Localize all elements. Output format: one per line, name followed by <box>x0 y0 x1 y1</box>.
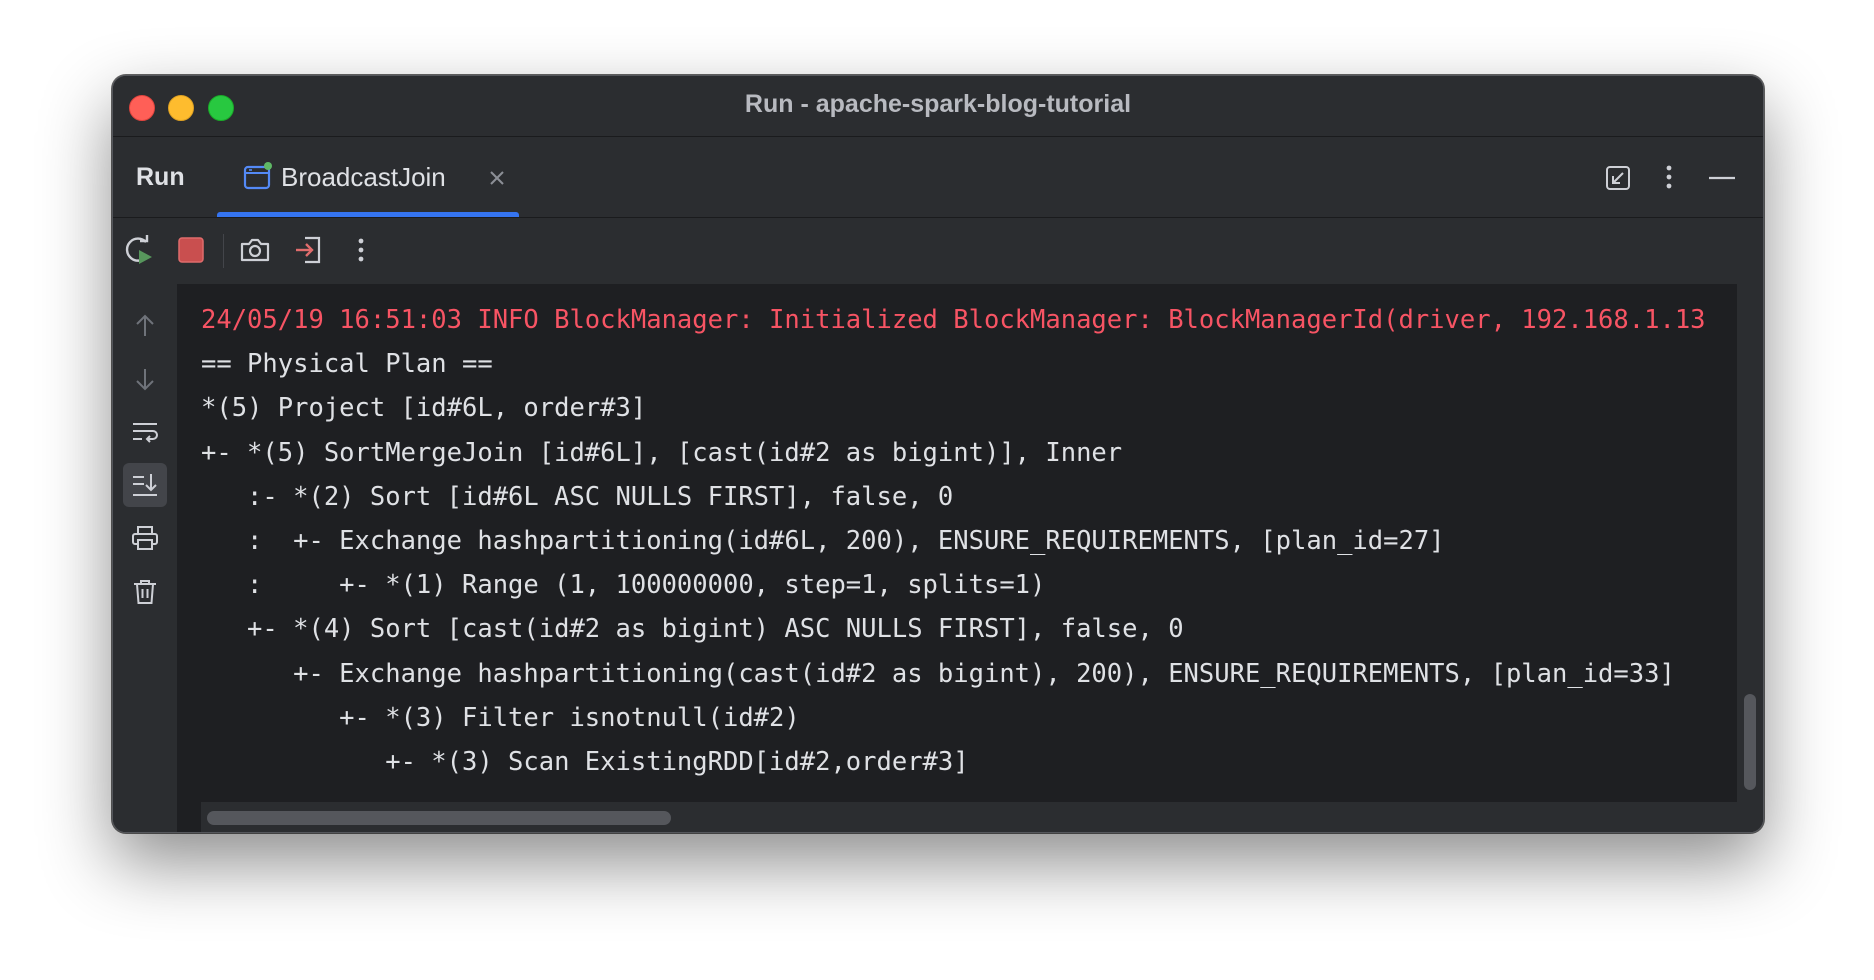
vertical-scrollbar[interactable] <box>1737 284 1763 832</box>
rerun-icon[interactable] <box>121 232 157 268</box>
application-run-icon <box>243 162 272 190</box>
console-line: : +- Exchange hashpartitioning(id#6L, 20… <box>201 525 1445 556</box>
active-tab-indicator <box>217 212 519 217</box>
run-toolbar <box>113 218 1763 284</box>
horizontal-scrollbar[interactable] <box>201 802 1737 832</box>
console-line: +- *(3) Scan ExistingRDD[id#2,order#3] <box>201 746 969 777</box>
print-icon <box>132 526 158 550</box>
scroll-to-end-button[interactable] <box>123 463 167 507</box>
window-title: Run - apache-spark-blog-tutorial <box>744 90 1132 118</box>
console-line: :- *(2) Sort [id#6L ASC NULLS FIRST], fa… <box>201 481 954 512</box>
console-line: +- *(5) SortMergeJoin [id#6L], [cast(id#… <box>201 437 1123 468</box>
title-bar: Run - apache-spark-blog-tutorial <box>113 76 1763 137</box>
print-button[interactable] <box>123 516 167 560</box>
console-sidebar <box>113 284 177 832</box>
console-line: +- Exchange hashpartitioning(cast(id#2 a… <box>201 658 1675 689</box>
vertical-scrollbar-thumb[interactable] <box>1744 694 1756 790</box>
scroll-to-end-icon <box>133 474 157 496</box>
more-vertical-icon[interactable] <box>1649 157 1689 197</box>
arrow-down-icon <box>136 369 154 391</box>
close-icon[interactable] <box>486 167 508 189</box>
minimize-icon[interactable] <box>1701 157 1741 197</box>
trash-icon <box>134 580 156 604</box>
console-line: == Physical Plan == <box>201 349 493 380</box>
console-line: +- *(4) Sort [cast(id#2 as bigint) ASC N… <box>201 614 1184 645</box>
console-text: 24/05/19 16:51:03 INFO BlockManager: Ini… <box>201 298 1706 784</box>
down-button[interactable] <box>123 357 167 401</box>
up-button[interactable] <box>123 304 167 348</box>
console-line: +- *(3) Filter isnotnull(id#2) <box>201 702 800 733</box>
console-line-stderr: 24/05/19 16:51:03 INFO BlockManager: Ini… <box>201 305 1706 335</box>
toolbar-separator <box>223 234 224 268</box>
stop-icon[interactable] <box>173 232 209 268</box>
run-window: Run - apache-spark-blog-tutorial Run Bro… <box>112 75 1764 833</box>
console-line: *(5) Project [id#6L, order#3] <box>201 393 647 424</box>
horizontal-scrollbar-thumb[interactable] <box>207 811 671 825</box>
more-vertical-icon[interactable] <box>343 232 379 268</box>
console-line: : +- *(1) Range (1, 100000000, step=1, s… <box>201 570 1046 601</box>
screenshot-camera-icon[interactable] <box>237 232 273 268</box>
tab-label: BroadcastJoin <box>281 162 446 192</box>
soft-wrap-icon <box>133 423 158 443</box>
tab-broadcastjoin[interactable]: BroadcastJoin <box>217 137 519 217</box>
clear-all-button[interactable] <box>123 569 167 613</box>
soft-wrap-button[interactable] <box>123 410 167 454</box>
tool-window-label: Run <box>136 163 185 191</box>
arrow-up-icon <box>136 314 154 336</box>
exit-login-icon[interactable] <box>291 232 327 268</box>
restore-layout-icon[interactable] <box>1597 157 1637 197</box>
console-output[interactable]: 24/05/19 16:51:03 INFO BlockManager: Ini… <box>177 284 1737 832</box>
tool-window-header: Run BroadcastJoin <box>113 137 1763 218</box>
